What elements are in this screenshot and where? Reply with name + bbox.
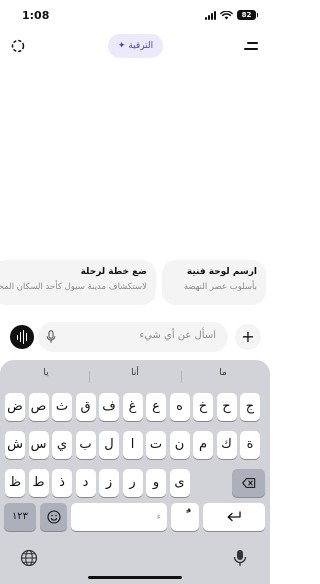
top-bar: ✦ الترقية	[0, 33, 270, 59]
letter-key[interactable]: غ	[122, 393, 143, 421]
letter-key[interactable]: د	[75, 469, 96, 497]
return-icon	[227, 511, 241, 522]
home-indicator	[88, 576, 182, 579]
wifi-icon	[220, 10, 233, 19]
voice-mode-button[interactable]	[10, 325, 34, 349]
letter-key[interactable]: م	[193, 431, 213, 459]
letter-key[interactable]: ن	[169, 431, 190, 459]
microphone-icon[interactable]	[46, 330, 56, 344]
letter-key[interactable]: ع	[146, 393, 166, 421]
letter-key[interactable]: خ	[193, 393, 213, 421]
add-attachment-button[interactable]: +	[235, 324, 261, 350]
letter-key[interactable]: ط	[28, 469, 49, 497]
suggestion-title: ارسم لوحة فنية	[186, 267, 257, 277]
sparkle-icon: ✦	[117, 41, 126, 51]
prediction-item[interactable]: ما	[198, 368, 248, 378]
suggestion-title: ضع خطة لرحلة	[80, 267, 147, 277]
globe-icon[interactable]	[20, 549, 38, 567]
cellular-signal-icon	[205, 10, 216, 20]
menu-icon[interactable]	[244, 39, 258, 53]
letter-key[interactable]: ا	[122, 431, 143, 459]
letter-key[interactable]: ف	[99, 393, 119, 421]
letter-key[interactable]: ر	[122, 469, 143, 497]
letter-key[interactable]: ب	[75, 431, 96, 459]
suggestion-carousel[interactable]: ارسم لوحة فنية بأسلوب عصر النهضة ضع خطة …	[0, 260, 270, 305]
emoji-key[interactable]	[40, 503, 67, 531]
return-key[interactable]	[203, 503, 265, 531]
letter-key[interactable]: ك	[216, 431, 237, 459]
letter-key[interactable]: ل	[99, 431, 119, 459]
letter-key[interactable]: و	[146, 469, 166, 497]
numbers-key[interactable]: ١٢٣	[4, 503, 36, 531]
history-icon[interactable]	[10, 38, 26, 54]
upgrade-button[interactable]: ✦ الترقية	[108, 34, 163, 58]
delete-key[interactable]	[232, 469, 265, 497]
letter-key[interactable]: ه	[169, 393, 190, 421]
letter-key[interactable]: ث	[52, 393, 72, 421]
diacritic-key[interactable]: ًٌ	[171, 503, 199, 531]
letter-key[interactable]: ة	[240, 431, 260, 459]
letter-key[interactable]: ق	[75, 393, 96, 421]
suggestion-card[interactable]: ضع خطة لرحلة لاستكشاف مدينة سيول كأحد ال…	[0, 260, 156, 305]
plus-icon: +	[241, 327, 255, 346]
letter-key[interactable]: ت	[146, 431, 166, 459]
letter-key[interactable]: ض	[5, 393, 25, 421]
letter-key[interactable]: ذ	[52, 469, 72, 497]
suggestion-card[interactable]: ارسم لوحة فنية بأسلوب عصر النهضة	[162, 260, 266, 305]
prediction-bar: يا أنا ما	[0, 368, 270, 386]
letter-key[interactable]: ظ	[5, 469, 25, 497]
prediction-item[interactable]: أنا	[110, 368, 160, 378]
message-input[interactable]: اسأل عن أي شيء	[38, 322, 228, 352]
keyboard: يا أنا ما ضصثقفغعهخحج شسيبلاتنمكة ظطذدزر…	[0, 360, 270, 584]
space-key-hint: ء	[156, 512, 161, 522]
prediction-item[interactable]: يا	[21, 368, 71, 378]
letter-key[interactable]: ج	[240, 393, 260, 421]
letter-key[interactable]: ص	[28, 393, 49, 421]
letter-key[interactable]: ش	[5, 431, 25, 459]
status-bar: 1:08 82	[0, 0, 270, 32]
emoji-icon	[46, 510, 61, 524]
composer: اسأل عن أي شيء +	[0, 321, 270, 353]
upgrade-label: الترقية	[128, 41, 154, 51]
suggestion-subtitle: بأسلوب عصر النهضة	[183, 282, 257, 292]
letter-key[interactable]: س	[28, 431, 49, 459]
space-key[interactable]: ء	[71, 503, 167, 531]
letter-key[interactable]: ز	[99, 469, 119, 497]
status-indicators: 82	[205, 10, 258, 20]
letter-key[interactable]: ى	[169, 469, 190, 497]
status-time: 1:08	[22, 9, 50, 22]
battery-icon: 82	[237, 10, 258, 20]
input-placeholder: اسأل عن أي شيء	[139, 330, 216, 341]
backspace-icon	[241, 478, 255, 488]
letter-key[interactable]: ي	[52, 431, 72, 459]
suggestion-subtitle: لاستكشاف مدينة سيول كأحد السكان المحليين	[0, 282, 147, 292]
letter-key[interactable]: ح	[216, 393, 237, 421]
dictation-icon[interactable]	[231, 549, 249, 567]
